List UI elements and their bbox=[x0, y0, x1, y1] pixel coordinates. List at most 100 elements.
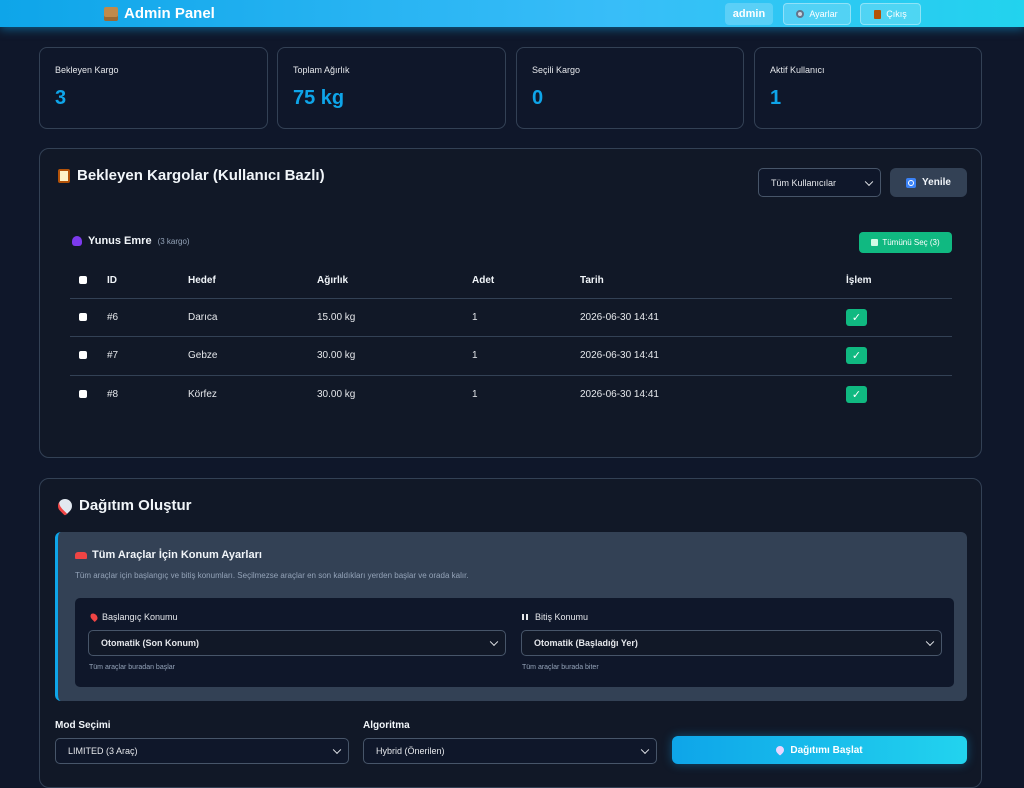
mode-value: LIMITED (3 Araç) bbox=[68, 746, 138, 756]
cell-id: #8 bbox=[107, 389, 119, 400]
cell-date: 2026-06-30 14:41 bbox=[580, 389, 659, 400]
user-filter-value: Tüm Kullanıcılar bbox=[771, 177, 837, 188]
approve-button[interactable]: ✓ bbox=[846, 309, 867, 326]
cell-qty: 1 bbox=[472, 389, 478, 400]
location-title-text: Tüm Araçlar İçin Konum Ayarları bbox=[92, 549, 262, 561]
col-target: Hedef bbox=[188, 275, 216, 286]
algorithm-label: Algoritma bbox=[363, 720, 410, 731]
refresh-button[interactable]: Yenile bbox=[890, 168, 967, 197]
pending-title-text: Bekleyen Kargolar (Kullanıcı Bazlı) bbox=[77, 167, 325, 184]
location-fields: Başlangıç Konumu Otomatik (Son Konum) Tü… bbox=[75, 598, 954, 687]
algorithm-select[interactable]: Hybrid (Önerilen) bbox=[363, 738, 657, 764]
gear-icon bbox=[796, 10, 805, 18]
stat-label: Seçili Kargo bbox=[532, 65, 581, 75]
stat-label: Aktif Kullanıcı bbox=[770, 65, 825, 75]
stat-value: 0 bbox=[532, 87, 544, 109]
cell-id: #7 bbox=[107, 350, 119, 361]
door-icon bbox=[874, 9, 882, 19]
stat-card-selected: Seçili Kargo 0 bbox=[516, 47, 744, 129]
user-group-header: Yunus Emre (3 kargo) bbox=[72, 235, 190, 247]
logout-button[interactable]: Çıkış bbox=[860, 3, 921, 25]
end-label-text: Bitiş Konumu bbox=[535, 612, 589, 622]
row-checkbox[interactable] bbox=[79, 390, 87, 398]
settings-label: Ayarlar bbox=[809, 9, 838, 19]
settings-button[interactable]: Ayarlar bbox=[783, 3, 851, 25]
approve-button[interactable]: ✓ bbox=[846, 386, 867, 403]
stat-value: 3 bbox=[55, 87, 67, 109]
select-all-label: Tümünü Seç (3) bbox=[882, 238, 940, 247]
brand-title: Admin Panel bbox=[124, 5, 215, 22]
user-name: Yunus Emre bbox=[88, 235, 152, 247]
stat-card-pending: Bekleyen Kargo 3 bbox=[39, 47, 268, 129]
stat-label: Toplam Ağırlık bbox=[293, 65, 350, 75]
divider bbox=[70, 336, 952, 337]
stat-value: 75 kg bbox=[293, 87, 345, 109]
col-date: Tarih bbox=[580, 275, 604, 286]
chevron-down-icon bbox=[332, 745, 342, 755]
checkered-flag-icon bbox=[522, 614, 530, 620]
logout-label: Çıkış bbox=[886, 9, 907, 19]
cell-id: #6 bbox=[107, 312, 119, 323]
stat-label: Bekleyen Kargo bbox=[55, 65, 119, 75]
rocket-icon bbox=[55, 495, 75, 516]
divider bbox=[70, 298, 952, 299]
location-description: Tüm araçlar için başlangıç ve bitiş konu… bbox=[75, 571, 469, 580]
stat-card-total-weight: Toplam Ağırlık 75 kg bbox=[277, 47, 506, 129]
end-location-label: Bitiş Konumu bbox=[522, 612, 588, 622]
clipboard-icon bbox=[58, 168, 70, 183]
col-id: ID bbox=[107, 275, 117, 286]
start-location-select[interactable]: Otomatik (Son Konum) bbox=[88, 630, 506, 656]
select-all-button[interactable]: Tümünü Seç (3) bbox=[859, 232, 952, 253]
end-location-hint: Tüm araçlar burada biter bbox=[522, 664, 599, 671]
header-checkbox[interactable] bbox=[79, 276, 87, 284]
col-action: İşlem bbox=[846, 275, 872, 286]
chevron-down-icon bbox=[864, 177, 874, 186]
distribution-title-text: Dağıtım Oluştur bbox=[79, 497, 192, 514]
user-cargo-count: (3 kargo) bbox=[157, 236, 190, 246]
cell-target: Körfez bbox=[188, 389, 217, 400]
start-location-label: Başlangıç Konumu bbox=[89, 612, 178, 622]
col-qty: Adet bbox=[472, 275, 495, 286]
start-label-text: Başlangıç Konumu bbox=[102, 612, 178, 622]
location-settings-title: Tüm Araçlar İçin Konum Ayarları bbox=[75, 549, 262, 561]
end-location-select[interactable]: Otomatik (Başladığı Yer) bbox=[521, 630, 942, 656]
mode-select[interactable]: LIMITED (3 Araç) bbox=[55, 738, 349, 764]
location-settings-box: Tüm Araçlar İçin Konum Ayarları Tüm araç… bbox=[55, 532, 967, 701]
stat-card-active-users: Aktif Kullanıcı 1 bbox=[754, 47, 982, 129]
col-weight: Ağırlık bbox=[317, 275, 349, 286]
approve-button[interactable]: ✓ bbox=[846, 347, 867, 364]
brand[interactable]: Admin Panel bbox=[104, 5, 215, 22]
rocket-icon bbox=[774, 744, 787, 756]
cell-weight: 30.00 kg bbox=[317, 389, 356, 400]
row-checkbox[interactable] bbox=[79, 351, 87, 359]
user-filter-select[interactable]: Tüm Kullanıcılar bbox=[758, 168, 881, 197]
package-icon bbox=[104, 6, 118, 21]
checkbox-icon bbox=[871, 239, 879, 246]
chevron-down-icon bbox=[640, 745, 650, 755]
distribution-title: Dağıtım Oluştur bbox=[55, 495, 192, 516]
start-distribution-label: Dağıtımı Başlat bbox=[790, 744, 863, 756]
mode-label: Mod Seçimi bbox=[55, 720, 111, 731]
algorithm-value: Hybrid (Önerilen) bbox=[376, 746, 445, 756]
pin-icon bbox=[89, 612, 99, 622]
person-icon bbox=[72, 236, 82, 246]
cell-qty: 1 bbox=[472, 312, 478, 323]
cell-target: Gebze bbox=[188, 350, 218, 361]
row-checkbox[interactable] bbox=[79, 313, 87, 321]
chevron-down-icon bbox=[489, 637, 499, 647]
refresh-icon bbox=[906, 177, 917, 188]
pending-cargo-title: Bekleyen Kargolar (Kullanıcı Bazlı) bbox=[58, 167, 325, 184]
car-icon bbox=[75, 551, 87, 559]
stat-value: 1 bbox=[770, 87, 782, 109]
start-location-value: Otomatik (Son Konum) bbox=[101, 638, 199, 648]
start-distribution-button[interactable]: Dağıtımı Başlat bbox=[672, 736, 967, 764]
cell-qty: 1 bbox=[472, 350, 478, 361]
cell-weight: 15.00 kg bbox=[317, 312, 356, 323]
top-navbar: Admin Panel admin Ayarlar Çıkış bbox=[0, 0, 1024, 27]
cell-date: 2026-06-30 14:41 bbox=[580, 312, 659, 323]
chevron-down-icon bbox=[925, 637, 935, 647]
user-badge[interactable]: admin bbox=[725, 3, 773, 25]
end-location-value: Otomatik (Başladığı Yer) bbox=[534, 638, 638, 648]
cell-date: 2026-06-30 14:41 bbox=[580, 350, 659, 361]
start-location-hint: Tüm araçlar buradan başlar bbox=[89, 664, 175, 671]
